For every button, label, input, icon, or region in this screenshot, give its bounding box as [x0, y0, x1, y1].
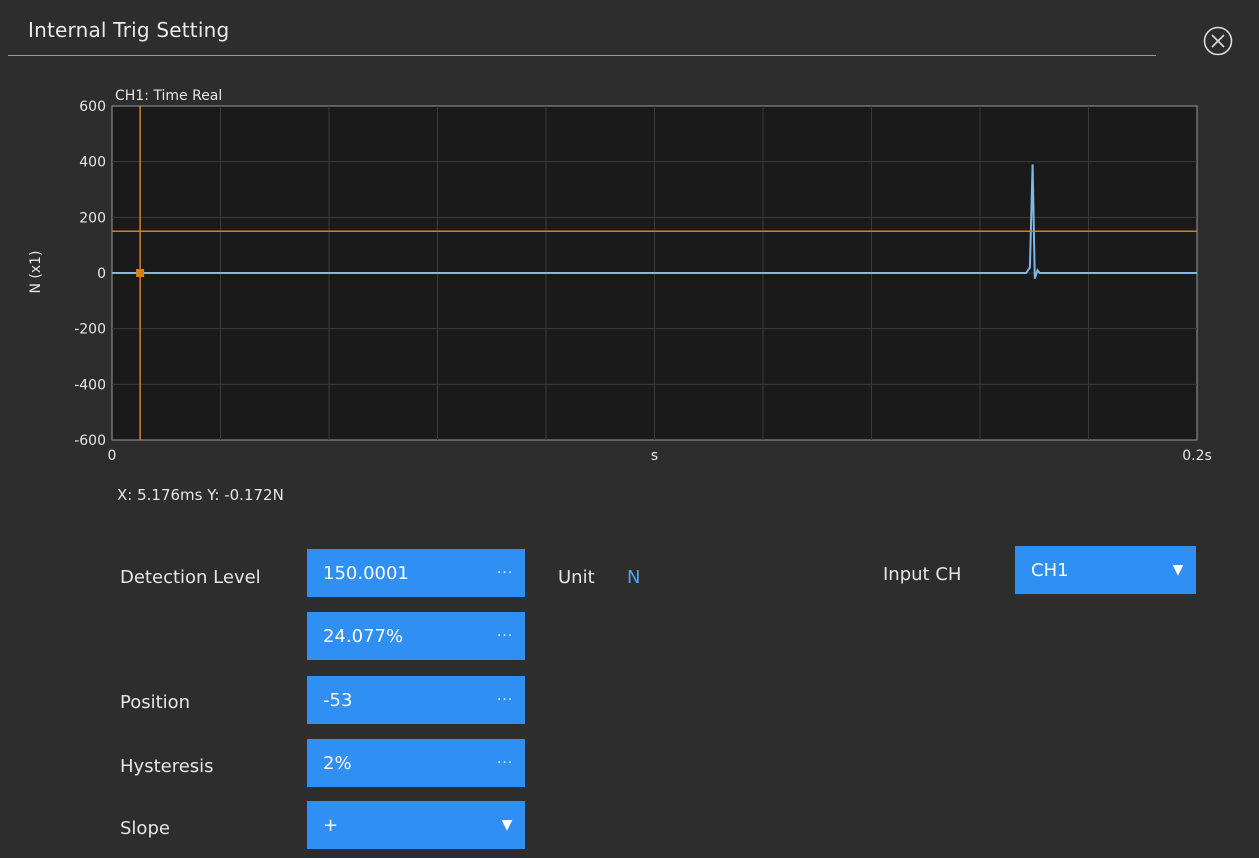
unit-value: N [627, 567, 641, 588]
cursor-readout: X: 5.176ms Y: -0.172N [117, 486, 284, 504]
y-tick-label: -200 [74, 322, 106, 338]
more-icon[interactable]: ··· [485, 565, 525, 581]
x-tick-labels: 0 s 0.2s [108, 448, 1212, 464]
detection-level-label: Detection Level [120, 567, 261, 588]
y-tick-labels: 600 400 200 0 -200 -400 -600 [74, 99, 106, 449]
x-tick-label: s [651, 448, 658, 464]
detection-level-field[interactable]: 150.0001 ··· [307, 549, 525, 597]
detection-percent-field[interactable]: 24.077% ··· [307, 612, 525, 660]
detection-percent-value: 24.077% [323, 625, 404, 647]
x-tick-label: 0 [108, 448, 117, 464]
y-tick-label: 200 [79, 210, 106, 226]
hysteresis-field[interactable]: 2% ··· [307, 739, 525, 787]
y-tick-label: 400 [79, 155, 106, 171]
position-value: -53 [323, 689, 353, 711]
chart-area[interactable]: CH1: Time Real N (x1) 600 400 200 0 -200 -400… [0, 0, 1259, 520]
position-field[interactable]: -53 ··· [307, 676, 525, 724]
position-label: Position [120, 692, 191, 713]
slope-label: Slope [120, 818, 170, 839]
more-icon[interactable]: ··· [485, 692, 525, 708]
y-tick-label: 600 [79, 99, 106, 115]
x-tick-label: 0.2s [1182, 448, 1212, 464]
hysteresis-label: Hysteresis [120, 756, 214, 777]
slope-value: + [323, 814, 339, 836]
unit-label: Unit [558, 567, 595, 588]
hysteresis-value: 2% [323, 752, 352, 774]
chevron-down-icon: ▼ [1172, 562, 1184, 578]
y-tick-label: -600 [74, 433, 106, 449]
cursor-marker [136, 269, 145, 277]
more-icon[interactable]: ··· [485, 628, 525, 644]
chevron-down-icon: ▼ [501, 817, 513, 833]
input-ch-value: CH1 [1031, 559, 1069, 581]
detection-level-value: 150.0001 [323, 562, 409, 584]
y-tick-label: 0 [97, 266, 106, 282]
chart-title: CH1: Time Real [115, 88, 222, 104]
time-chart[interactable]: CH1: Time Real N (x1) 600 400 200 0 -200 -400… [0, 0, 1259, 520]
input-ch-select[interactable]: CH1 ▼ [1015, 546, 1196, 594]
input-ch-label: Input CH [883, 564, 962, 585]
y-axis-label: N (x1) [28, 250, 44, 293]
y-tick-label: -400 [74, 377, 106, 393]
slope-select[interactable]: + ▼ [307, 801, 525, 849]
more-icon[interactable]: ··· [485, 755, 525, 771]
